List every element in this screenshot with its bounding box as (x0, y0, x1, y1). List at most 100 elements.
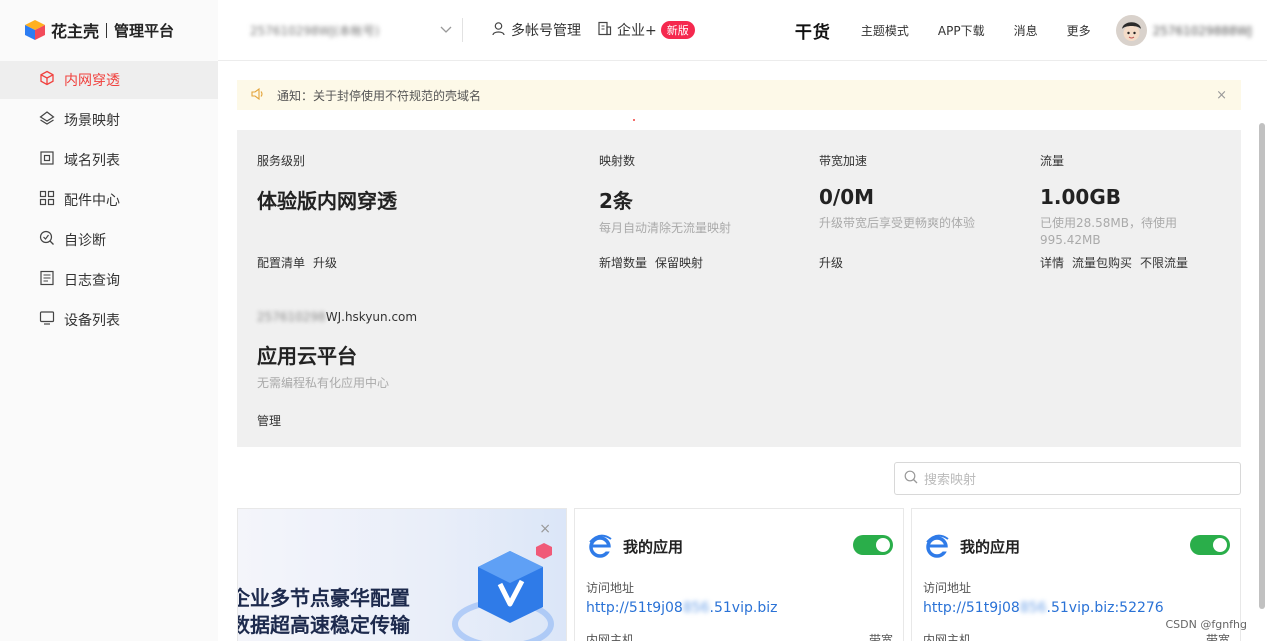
building-icon (597, 21, 617, 40)
account-value: 257610298WJ(本帐号) (250, 23, 380, 38)
cloud-platform-stat: 257610298WJ.hskyun.com 应用云平台 无需编程私有化应用中心 (257, 310, 417, 392)
promo-banner[interactable]: × 企业多节点豪华配置 数据超高速稳定传输 (237, 508, 567, 641)
chevron-down-icon (440, 23, 452, 37)
sidebar-item-self-diagnosis[interactable]: 自诊断 (0, 221, 218, 259)
cloud-platform-desc: 无需编程私有化应用中心 (257, 376, 390, 390)
enterprise-label: 企业+ (617, 23, 657, 39)
user-name[interactable]: 25761029888WJ (1153, 24, 1252, 38)
keep-mapping-link[interactable]: 保留映射 (655, 256, 703, 270)
upgrade-link[interactable]: 升级 (313, 256, 337, 270)
service-level-label: 服务级别 (257, 154, 306, 168)
avatar[interactable] (1115, 15, 1147, 46)
theme-mode-link[interactable]: 主题模式 (861, 22, 909, 39)
more-link[interactable]: 更多 (1067, 22, 1091, 39)
cloud-platform-value: 应用云平台 (257, 344, 357, 368)
watermark: CSDN @fgnfhg (1165, 618, 1247, 631)
bandwidth-label: 带宽 (1205, 633, 1230, 641)
add-quantity-link[interactable]: 新增数量 (599, 256, 647, 270)
brand[interactable]: 花主壳 管理平台 (0, 0, 218, 61)
service-level-value: 体验版内网穿透 (257, 189, 397, 213)
enable-toggle[interactable] (1190, 535, 1230, 555)
vertical-scrollbar[interactable] (1259, 123, 1265, 609)
traffic-value: 1.00GB (1040, 185, 1122, 209)
url-suffix: .51vip.biz (709, 600, 778, 616)
domain-icon (39, 150, 64, 170)
app-title: 我的应用 (960, 538, 1021, 556)
traffic-detail-link[interactable]: 详情 (1040, 256, 1064, 270)
top-header: 花主壳 管理平台 257610298WJ(本帐号) 多帐号管理 企业+ 新版 干 (0, 0, 1267, 61)
sidebar-item-device-list[interactable]: 设备列表 (0, 301, 218, 339)
app-card[interactable]: 我的应用 访问地址 http://51t9j08856.51vip.biz 内网… (574, 508, 904, 641)
brand-divider (106, 22, 108, 38)
main-content: 通知：关于封停使用不符规范的壳域名 × 服务级别 体验版内网穿透 配置清单 升级 … (218, 61, 1267, 641)
logo-cube-icon (24, 19, 46, 41)
search-input[interactable]: 搜索映射 (894, 462, 1241, 495)
unlimited-traffic-link[interactable]: 不限流量 (1140, 256, 1188, 270)
browser-e-icon (587, 533, 613, 563)
cube-icon (39, 70, 64, 90)
traffic-label: 流量 (1040, 154, 1065, 168)
app-root: 花主壳 管理平台 257610298WJ(本帐号) 多帐号管理 企业+ 新版 干 (0, 0, 1267, 641)
notice-bar[interactable]: 通知：关于封停使用不符规范的壳域名 × (237, 80, 1241, 110)
bandwidth-label: 带宽加速 (819, 154, 868, 168)
search-placeholder: 搜索映射 (924, 473, 977, 488)
log-icon (39, 270, 64, 290)
header-right: 干货 主题模式 APP下载 消息 更多 25761029888WJ (795, 0, 1252, 61)
close-icon[interactable]: × (1216, 88, 1227, 103)
access-url-link[interactable]: http://51t9j08856.51vip.biz:52276 (923, 600, 1164, 616)
sidebar-item-label: 内网穿透 (64, 73, 120, 89)
browser-e-icon (924, 533, 950, 563)
traffic-remaining: 995.42MB (1040, 233, 1101, 247)
sidebar-item-accessories[interactable]: 配件中心 (0, 181, 218, 219)
monitor-icon (39, 310, 64, 330)
bandwidth-stat: 带宽加速 0/0M 升级带宽后享受更畅爽的体验 (819, 152, 975, 232)
intranet-host-label: 内网主机 (923, 633, 972, 641)
sidebar-item-scene-mapping[interactable]: 场景映射 (0, 101, 218, 139)
account-select[interactable]: 257610298WJ(本帐号) (250, 19, 462, 41)
sidebar-item-intranet[interactable]: 内网穿透 (0, 61, 218, 99)
user-icon (491, 21, 511, 40)
promo-line-1: 企业多节点豪华配置 (237, 586, 410, 610)
grid-icon (39, 190, 64, 210)
sidebar-item-domain-list[interactable]: 域名列表 (0, 141, 218, 179)
cloud-domain[interactable]: 257610298WJ.hskyun.com (257, 310, 417, 324)
sidebar-item-label: 日志查询 (64, 273, 120, 289)
bandwidth-desc: 升级带宽后享受更畅爽的体验 (819, 216, 976, 230)
messages-link[interactable]: 消息 (1014, 22, 1038, 39)
app-download-link[interactable]: APP下载 (938, 22, 985, 39)
intranet-host-label: 内网主机 (586, 633, 635, 641)
cloud-domain-blurred: 257610298 (257, 310, 326, 324)
enable-toggle[interactable] (853, 535, 893, 555)
promo-line-2: 数据超高速稳定传输 (237, 613, 410, 637)
sidebar-item-log-query[interactable]: 日志查询 (0, 261, 218, 299)
config-list-link[interactable]: 配置清单 (257, 256, 305, 270)
url-prefix: http://51t9j08 (923, 600, 1020, 616)
header-divider (462, 18, 463, 42)
enterprise-button[interactable]: 企业+ 新版 (597, 20, 695, 40)
traffic-stat: 流量 1.00GB 已使用28.58MB，待使用 995.42MB (1040, 152, 1177, 249)
sidebar-item-label: 域名列表 (64, 153, 120, 169)
multi-account-label: 多帐号管理 (511, 23, 581, 39)
mapping-count-value: 2条 (599, 189, 633, 213)
user-name-text: 25761029888WJ (1152, 23, 1252, 38)
mapping-links: 新增数量 保留映射 (599, 254, 711, 271)
sidebar-item-label: 场景映射 (64, 113, 120, 129)
mapping-count-desc: 每月自动清除无流量映射 (599, 221, 732, 235)
multi-account-button[interactable]: 多帐号管理 (491, 20, 581, 40)
brand-subtitle: 管理平台 (114, 21, 175, 40)
bandwidth-label: 带宽 (868, 633, 893, 641)
layers-icon (39, 110, 64, 130)
bandwidth-upgrade-link[interactable]: 升级 (819, 256, 843, 270)
access-url-link[interactable]: http://51t9j08856.51vip.biz (586, 600, 777, 616)
bandwidth-value: 0/0M (819, 185, 875, 209)
traffic-package-link[interactable]: 流量包购买 (1072, 256, 1132, 270)
sidebar-item-label: 设备列表 (64, 313, 120, 329)
diagnose-icon (39, 230, 64, 250)
gan-huo-link[interactable]: 干货 (795, 18, 831, 43)
promo-illustration (448, 529, 566, 641)
manage-link[interactable]: 管理 (257, 414, 281, 428)
url-blurred: 856 (1019, 600, 1047, 616)
service-level-stat: 服务级别 体验版内网穿透 (257, 152, 397, 214)
bandwidth-links: 升级 (819, 254, 851, 271)
url-suffix: .51vip.biz:52276 (1046, 600, 1164, 616)
